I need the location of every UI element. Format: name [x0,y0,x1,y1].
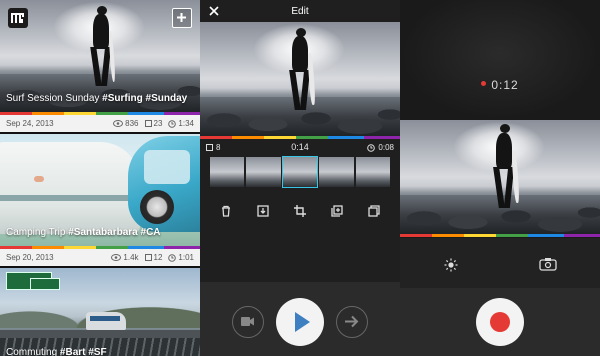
record-screen: 0:12 [400,0,600,356]
clip-duration: 0:08 [367,143,394,152]
crop-icon[interactable] [293,204,307,218]
clock-icon [168,253,177,262]
camera-controls [400,238,600,288]
app-logo[interactable] [8,8,28,28]
eye-icon [113,120,124,127]
clip-square-icon [144,254,152,261]
clip-strip [210,156,391,188]
record-bottom-controls [400,288,600,356]
edit-bottom-controls [200,282,400,356]
clip-thumbnail[interactable] [319,157,354,187]
brightness-icon[interactable] [444,258,458,272]
eye-icon [111,254,122,261]
video-thumbnail: Camping Trip #Santabarbara #CA [0,134,200,246]
video-meta-row: Sep 20, 2013 1.4k 12 1:01 [0,249,200,266]
video-thumbnail: Commuting #Bart #SF [0,268,200,356]
clip-thumbnail[interactable] [210,157,245,187]
recording-overlay: 0:12 [400,0,600,120]
next-button[interactable] [336,306,368,338]
video-camera-icon [241,317,254,326]
recording-indicator-dot [481,81,487,87]
play-button[interactable] [276,298,324,346]
arrow-right-icon [345,315,359,328]
surfer-figure [78,6,122,88]
play-icon [295,312,310,332]
surfer-figure [480,124,526,210]
video-card-camping[interactable]: Camping Trip #Santabarbara #CA [0,134,200,249]
video-date: Sep 20, 2013 [6,253,54,262]
duration-stat: 1:34 [168,119,194,128]
clock-icon [168,119,177,128]
views-stat: 1.4k [111,253,139,262]
video-caption: Camping Trip #Santabarbara #CA [6,227,161,238]
camera-button[interactable] [232,306,264,338]
edit-screen: Edit 8 0:14 0:08 [200,0,400,356]
color-strip [400,234,600,237]
clip-thumbnail-selected[interactable] [281,156,319,188]
edit-toolbar [200,204,400,220]
add-video-button[interactable] [172,8,192,28]
video-card-surf[interactable]: Surf Session Sunday #Surfing #Sunday [0,0,200,115]
video-feed-screen: Surf Session Sunday #Surfing #Sunday Sep… [0,0,200,356]
add-clip-icon[interactable] [330,204,344,218]
video-date: Sep 24, 2013 [6,119,54,128]
clip-thumbnail[interactable] [355,157,391,187]
timeline-header: 8 0:14 0:08 [200,139,400,155]
download-icon[interactable] [256,204,270,218]
trash-icon[interactable] [219,204,233,218]
preview-frame[interactable] [200,22,400,136]
video-thumbnail: Surf Session Sunday #Surfing #Sunday [0,0,200,112]
edit-title: Edit [291,6,309,17]
recording-timer: 0:12 [400,78,600,92]
clock-icon [367,143,376,152]
logo-icon [11,13,24,23]
duration-stat: 1:01 [168,253,194,262]
views-stat: 836 [113,119,139,128]
edit-header: Edit [200,0,400,22]
plus-icon [177,13,186,22]
video-caption: Surf Session Sunday #Surfing #Sunday [6,93,188,104]
video-card-commuting[interactable]: Commuting #Bart #SF [0,268,200,356]
clip-square-icon [144,120,152,127]
clip-thumbnail[interactable] [246,157,281,187]
duplicate-icon[interactable] [367,204,381,218]
clips-stat: 23 [144,119,162,128]
video-caption: Commuting #Bart #SF [6,347,107,356]
clips-stat: 12 [144,253,162,262]
surfer-figure [276,28,322,112]
camera-viewfinder[interactable] [400,120,600,234]
record-button[interactable] [476,298,524,346]
video-meta-row: Sep 24, 2013 836 23 1:34 [0,115,200,132]
record-icon [490,312,510,332]
flip-camera-icon[interactable] [538,257,558,272]
